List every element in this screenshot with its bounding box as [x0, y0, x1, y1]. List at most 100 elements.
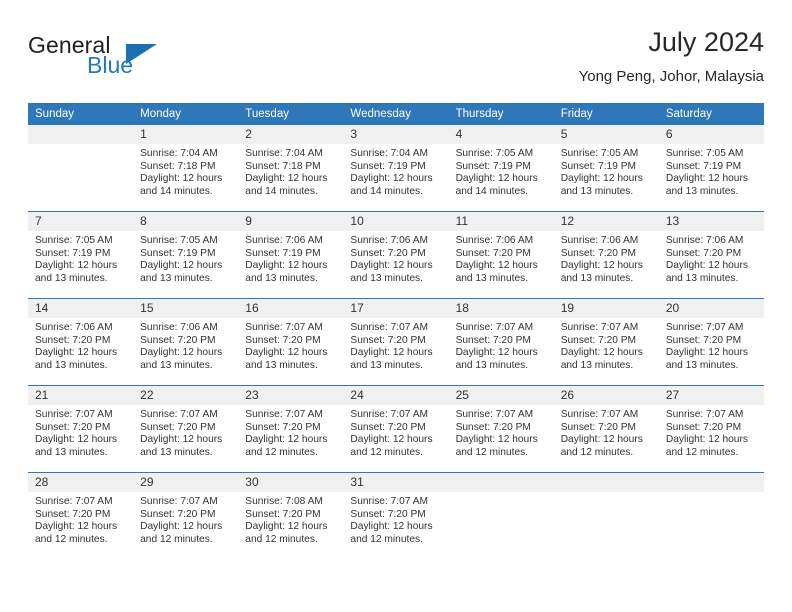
sunset-line: Sunset: 7:19 PM [245, 247, 321, 259]
day-details [449, 492, 554, 496]
daylight-line-1: Daylight: 12 hours [140, 173, 223, 185]
general-blue-logo[interactable]: General Blue [28, 32, 228, 88]
sunset-line: Sunset: 7:20 PM [350, 334, 426, 346]
day-cell[interactable]: 31 Sunrise: 7:07 AM Sunset: 7:20 PM Dayl… [343, 472, 449, 559]
daylight-line-2: and 14 minutes. [350, 185, 423, 197]
day-details: Sunrise: 7:04 AM Sunset: 7:19 PM Dayligh… [343, 144, 448, 198]
day-number: 19 [553, 299, 659, 318]
weekday-header-row: Sunday Monday Tuesday Wednesday Thursday… [28, 103, 764, 125]
sunrise-line: Sunrise: 7:06 AM [455, 235, 534, 246]
daylight-line-2: and 13 minutes. [455, 359, 529, 371]
sunset-line: Sunset: 7:20 PM [560, 247, 637, 259]
daylight-line-2: and 13 minutes. [35, 446, 108, 458]
day-number: 17 [343, 299, 449, 318]
daylight-line-2: and 12 minutes. [350, 533, 423, 545]
day-cell[interactable]: 7 Sunrise: 7:05 AM Sunset: 7:19 PM Dayli… [28, 211, 134, 299]
day-cell[interactable] [28, 125, 134, 212]
sunrise-line: Sunrise: 7:05 AM [140, 235, 218, 246]
day-cell[interactable] [553, 472, 659, 559]
sunset-line: Sunset: 7:20 PM [140, 421, 216, 433]
daylight-line-1: Daylight: 12 hours [140, 521, 223, 533]
day-cell[interactable]: 3 Sunrise: 7:04 AM Sunset: 7:19 PM Dayli… [343, 125, 449, 212]
daylight-line-1: Daylight: 12 hours [665, 173, 748, 185]
daylight-line-2: and 12 minutes. [35, 533, 108, 545]
day-details: Sunrise: 7:06 AM Sunset: 7:20 PM Dayligh… [449, 231, 554, 285]
day-cell[interactable]: 13 Sunrise: 7:06 AM Sunset: 7:20 PM Dayl… [658, 211, 764, 299]
sunrise-line: Sunrise: 7:07 AM [245, 322, 323, 333]
day-details: Sunrise: 7:07 AM Sunset: 7:20 PM Dayligh… [343, 318, 448, 372]
day-cell[interactable]: 12 Sunrise: 7:06 AM Sunset: 7:20 PM Dayl… [553, 211, 659, 299]
day-details: Sunrise: 7:07 AM Sunset: 7:20 PM Dayligh… [554, 405, 659, 459]
day-cell[interactable]: 8 Sunrise: 7:05 AM Sunset: 7:19 PM Dayli… [133, 211, 239, 299]
day-cell[interactable]: 30 Sunrise: 7:08 AM Sunset: 7:20 PM Dayl… [238, 472, 344, 559]
day-number: 15 [133, 299, 239, 318]
daylight-line-1: Daylight: 12 hours [560, 434, 643, 446]
day-cell[interactable]: 16 Sunrise: 7:07 AM Sunset: 7:20 PM Dayl… [238, 298, 344, 386]
day-details: Sunrise: 7:06 AM Sunset: 7:20 PM Dayligh… [343, 231, 448, 285]
sunrise-line: Sunrise: 7:04 AM [245, 148, 323, 159]
week-row: 1 Sunrise: 7:04 AM Sunset: 7:18 PM Dayli… [28, 125, 764, 212]
day-number: 16 [238, 299, 344, 318]
weekday-header-saturday: Saturday [658, 103, 764, 125]
day-cell[interactable]: 6 Sunrise: 7:05 AM Sunset: 7:19 PM Dayli… [658, 125, 764, 212]
day-cell[interactable]: 5 Sunrise: 7:05 AM Sunset: 7:19 PM Dayli… [553, 125, 659, 212]
day-cell[interactable]: 25 Sunrise: 7:07 AM Sunset: 7:20 PM Dayl… [448, 385, 554, 473]
day-number: 13 [658, 212, 764, 231]
sunset-line: Sunset: 7:20 PM [245, 421, 321, 433]
daylight-line-1: Daylight: 12 hours [455, 173, 538, 185]
sunset-line: Sunset: 7:20 PM [350, 421, 426, 433]
sunrise-line: Sunrise: 7:07 AM [35, 409, 113, 420]
daylight-line-2: and 13 minutes. [140, 272, 213, 284]
day-number: 28 [28, 473, 134, 492]
day-cell[interactable]: 4 Sunrise: 7:05 AM Sunset: 7:19 PM Dayli… [448, 125, 554, 212]
day-cell[interactable]: 2 Sunrise: 7:04 AM Sunset: 7:18 PM Dayli… [238, 125, 344, 212]
day-cell[interactable] [658, 472, 764, 559]
day-cell[interactable]: 10 Sunrise: 7:06 AM Sunset: 7:20 PM Dayl… [343, 211, 449, 299]
sunset-line: Sunset: 7:20 PM [140, 334, 216, 346]
day-cell[interactable]: 23 Sunrise: 7:07 AM Sunset: 7:20 PM Dayl… [238, 385, 344, 473]
day-details: Sunrise: 7:06 AM Sunset: 7:20 PM Dayligh… [28, 318, 133, 372]
day-details: Sunrise: 7:05 AM Sunset: 7:19 PM Dayligh… [28, 231, 133, 285]
daylight-line-2: and 13 minutes. [665, 185, 739, 197]
day-number: 14 [28, 299, 134, 318]
day-cell[interactable]: 29 Sunrise: 7:07 AM Sunset: 7:20 PM Dayl… [133, 472, 239, 559]
sunrise-line: Sunrise: 7:07 AM [350, 496, 429, 507]
daylight-line-2: and 13 minutes. [455, 272, 529, 284]
day-cell[interactable]: 19 Sunrise: 7:07 AM Sunset: 7:20 PM Dayl… [553, 298, 659, 386]
sunrise-line: Sunrise: 7:06 AM [140, 322, 218, 333]
sunrise-line: Sunrise: 7:07 AM [560, 322, 639, 333]
day-cell[interactable]: 1 Sunrise: 7:04 AM Sunset: 7:18 PM Dayli… [133, 125, 239, 212]
day-cell[interactable]: 18 Sunrise: 7:07 AM Sunset: 7:20 PM Dayl… [448, 298, 554, 386]
sunset-line: Sunset: 7:20 PM [665, 247, 742, 259]
day-details: Sunrise: 7:07 AM Sunset: 7:20 PM Dayligh… [238, 405, 343, 459]
day-number: 22 [133, 386, 239, 405]
day-cell[interactable]: 22 Sunrise: 7:07 AM Sunset: 7:20 PM Dayl… [133, 385, 239, 473]
sunset-line: Sunset: 7:20 PM [245, 334, 321, 346]
day-cell[interactable]: 14 Sunrise: 7:06 AM Sunset: 7:20 PM Dayl… [28, 298, 134, 386]
daylight-line-1: Daylight: 12 hours [560, 347, 643, 359]
day-number [553, 473, 659, 492]
day-cell[interactable]: 27 Sunrise: 7:07 AM Sunset: 7:20 PM Dayl… [658, 385, 764, 473]
day-cell[interactable]: 24 Sunrise: 7:07 AM Sunset: 7:20 PM Dayl… [343, 385, 449, 473]
day-cell[interactable]: 20 Sunrise: 7:07 AM Sunset: 7:20 PM Dayl… [658, 298, 764, 386]
daylight-line-2: and 13 minutes. [245, 272, 318, 284]
day-cell[interactable]: 28 Sunrise: 7:07 AM Sunset: 7:20 PM Dayl… [28, 472, 134, 559]
day-cell[interactable]: 26 Sunrise: 7:07 AM Sunset: 7:20 PM Dayl… [553, 385, 659, 473]
daylight-line-1: Daylight: 12 hours [245, 260, 328, 272]
day-details: Sunrise: 7:07 AM Sunset: 7:20 PM Dayligh… [133, 492, 238, 546]
daylight-line-2: and 14 minutes. [455, 185, 529, 197]
daylight-line-1: Daylight: 12 hours [560, 260, 643, 272]
sunset-line: Sunset: 7:20 PM [350, 247, 426, 259]
page-header: General Blue July 2024 Yong Peng, Johor,… [28, 26, 764, 96]
day-cell[interactable]: 9 Sunrise: 7:06 AM Sunset: 7:19 PM Dayli… [238, 211, 344, 299]
day-cell[interactable]: 15 Sunrise: 7:06 AM Sunset: 7:20 PM Dayl… [133, 298, 239, 386]
daylight-line-1: Daylight: 12 hours [560, 173, 643, 185]
day-cell[interactable]: 17 Sunrise: 7:07 AM Sunset: 7:20 PM Dayl… [343, 298, 449, 386]
weekday-header-monday: Monday [133, 103, 239, 125]
day-cell[interactable]: 21 Sunrise: 7:07 AM Sunset: 7:20 PM Dayl… [28, 385, 134, 473]
day-cell[interactable]: 11 Sunrise: 7:06 AM Sunset: 7:20 PM Dayl… [448, 211, 554, 299]
daylight-line-1: Daylight: 12 hours [455, 434, 538, 446]
day-cell[interactable] [448, 472, 554, 559]
daylight-line-2: and 13 minutes. [560, 185, 634, 197]
weekday-header-friday: Friday [553, 103, 659, 125]
